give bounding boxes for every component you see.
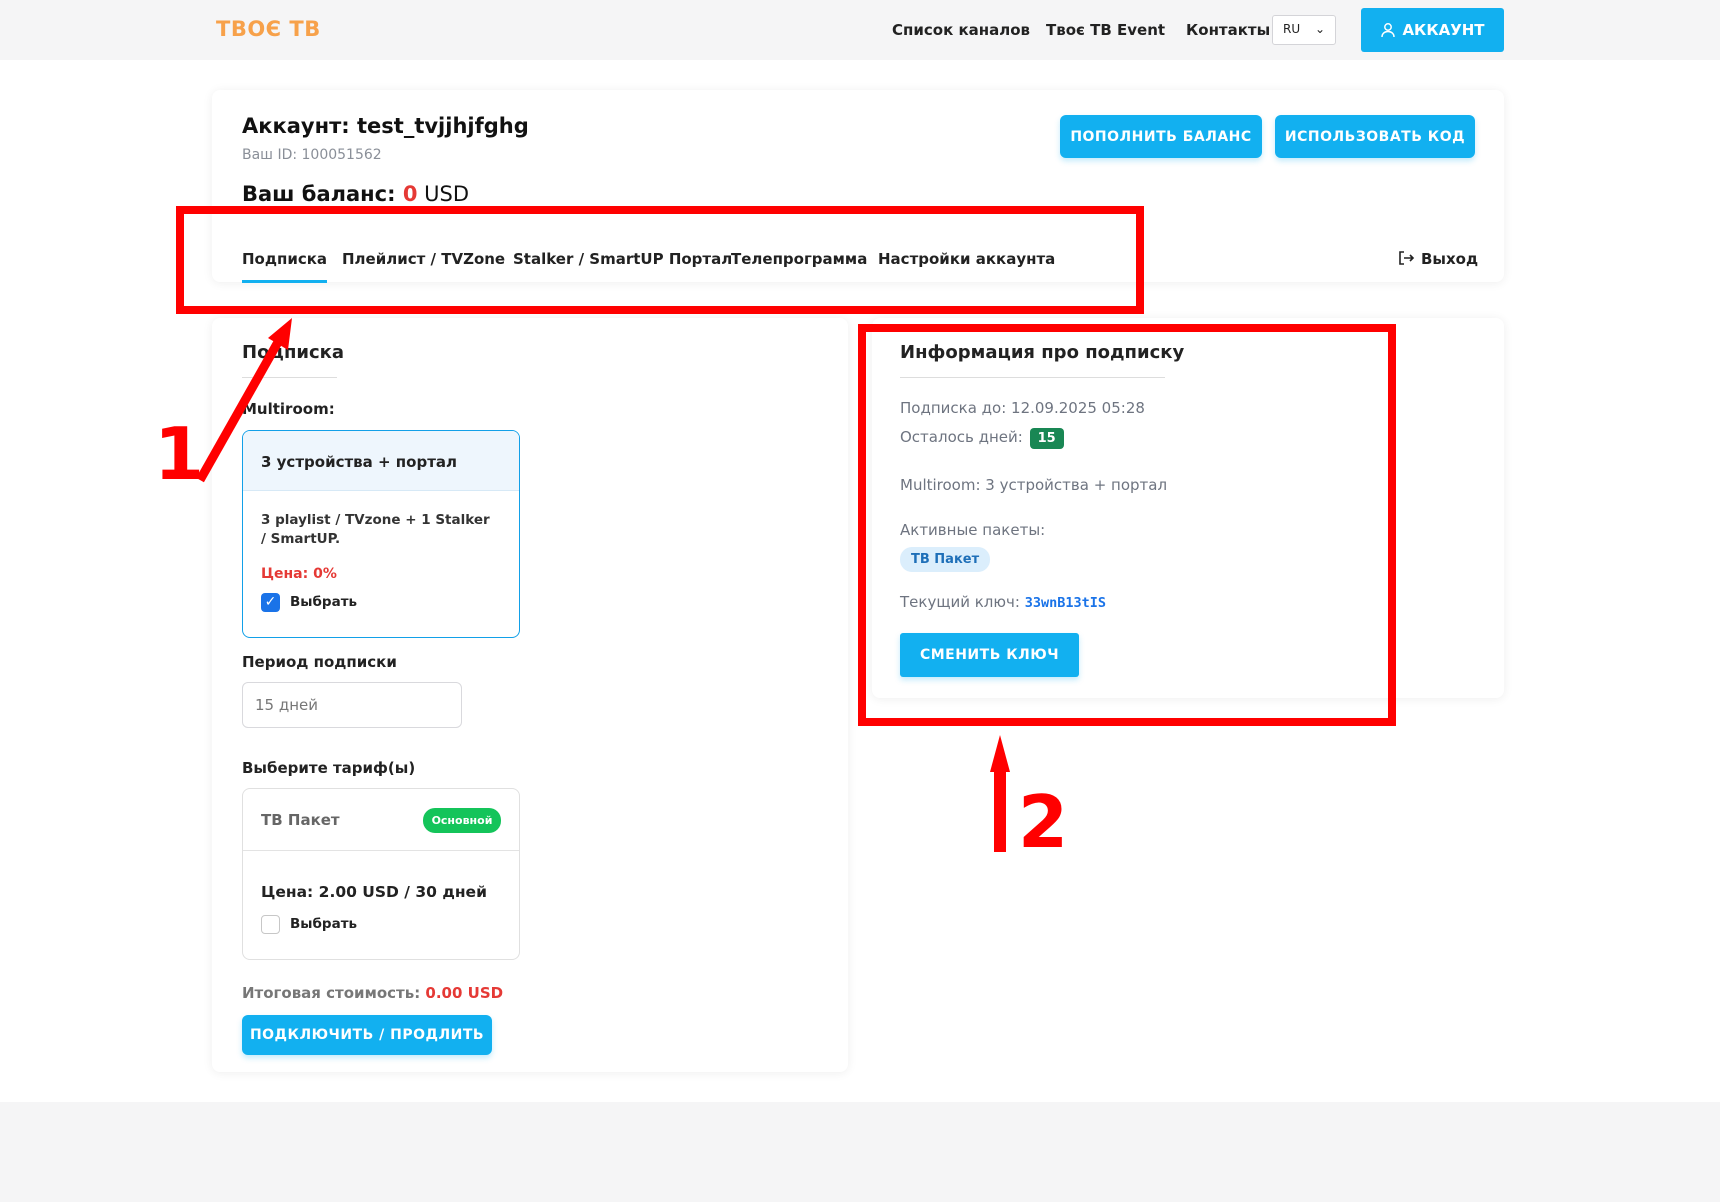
annotation-number-2: 2 (1018, 780, 1069, 864)
arrow-2-head (990, 735, 1010, 772)
arrow-1-shaft (196, 332, 286, 483)
annotation-arrows (196, 318, 1010, 852)
annotation-number-1: 1 (154, 412, 205, 496)
